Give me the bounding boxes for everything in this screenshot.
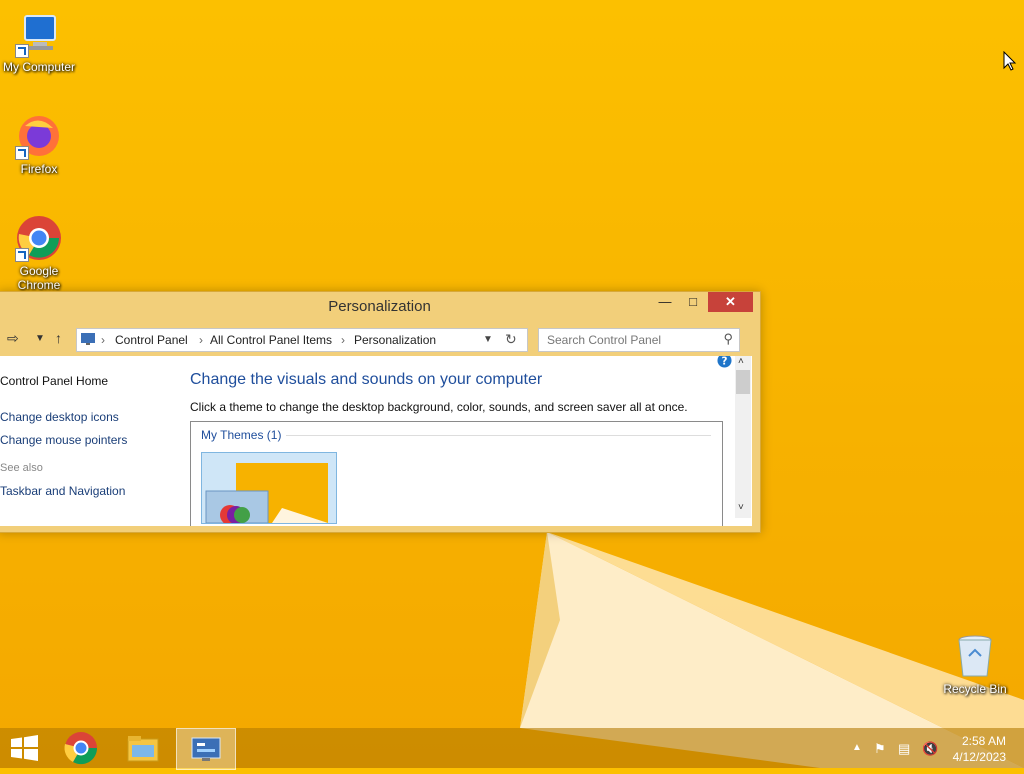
themes-list: My Themes (1) <box>190 421 723 526</box>
clock-time: 2:58 AM <box>961 734 1006 748</box>
link-change-desktop-icons[interactable]: Change desktop icons <box>0 410 119 424</box>
control-panel-icon <box>191 737 221 761</box>
volume-muted-icon[interactable]: 🔇 <box>922 741 938 757</box>
address-dropdown-icon[interactable]: ▼ <box>483 334 493 345</box>
folder-icon <box>127 736 159 762</box>
recycle-bin-icon <box>951 632 999 680</box>
breadcrumb-separator-icon: › <box>199 333 203 347</box>
themes-group-label: My Themes (1) <box>201 428 282 442</box>
minimize-button[interactable]: — <box>652 292 678 312</box>
shortcut-arrow-icon <box>15 44 29 58</box>
chrome-icon <box>64 732 98 765</box>
shortcut-arrow-icon <box>15 248 29 262</box>
title-bar[interactable]: Personalization — □ ✕ <box>0 292 760 320</box>
left-pane: Control Panel Home Change desktop icons … <box>0 356 185 526</box>
address-bar[interactable]: › Control Panel › All Control Panel Item… <box>76 328 528 352</box>
link-change-mouse-pointers[interactable]: Change mouse pointers <box>0 433 127 447</box>
clock-date: 4/12/2023 <box>952 750 1006 764</box>
breadcrumb-separator-icon: › <box>101 333 105 347</box>
up-icon[interactable]: ↑ <box>55 330 62 346</box>
search-placeholder: Search Control Panel <box>547 333 662 347</box>
taskbar-control-panel[interactable] <box>176 728 236 770</box>
network-icon[interactable]: ▤ <box>898 741 910 757</box>
main-pane: Change the visuals and sounds on your co… <box>190 356 730 526</box>
action-center-flag-icon[interactable]: ⚑ <box>874 741 886 757</box>
personalization-window[interactable]: Personalization — □ ✕ ⇨ ▼ ↑ › Control Pa… <box>0 291 761 533</box>
refresh-icon[interactable]: ↻ <box>505 331 517 348</box>
shortcut-arrow-icon <box>15 146 29 160</box>
firefox-icon <box>15 112 63 160</box>
taskbar-file-explorer[interactable] <box>114 728 172 768</box>
group-divider <box>286 435 711 436</box>
desktop-icon-firefox[interactable]: Firefox <box>0 112 78 176</box>
close-button[interactable]: ✕ <box>708 292 753 312</box>
vertical-scrollbar[interactable]: ˄ ˅ <box>735 356 751 518</box>
scroll-down-icon[interactable]: ˅ <box>738 502 744 513</box>
desktop-icon-label: Recycle Bin <box>943 682 1007 696</box>
see-also-label: See also <box>0 462 43 474</box>
scroll-up-icon[interactable]: ˄ <box>738 356 744 367</box>
desktop-icon-label: Firefox <box>20 162 58 176</box>
clock[interactable]: 2:58 AM 4/12/2023 <box>953 733 1006 765</box>
breadcrumb-all-items[interactable]: All Control Panel Items <box>210 333 332 347</box>
link-taskbar-and-navigation[interactable]: Taskbar and Navigation <box>0 484 125 498</box>
navigation-bar: ⇨ ▼ ↑ › Control Panel › All Control Pane… <box>0 324 760 354</box>
theme-thumbnail[interactable] <box>201 452 337 525</box>
computer-icon <box>15 10 63 58</box>
show-hidden-icons-icon[interactable]: ▲ <box>852 742 862 753</box>
forward-icon[interactable]: ⇨ <box>7 330 19 347</box>
recent-dropdown-icon[interactable]: ▼ <box>35 333 45 344</box>
breadcrumb-control-panel[interactable]: Control Panel <box>115 333 188 347</box>
svg-text:?: ? <box>722 356 728 367</box>
search-icon[interactable]: ⚲ <box>723 331 733 347</box>
desktop-icon-label: My Computer <box>2 60 76 74</box>
help-icon[interactable]: ? <box>717 356 732 374</box>
page-description: Click a theme to change the desktop back… <box>190 400 688 414</box>
window-title: Personalization <box>328 298 431 315</box>
chrome-icon <box>15 214 63 262</box>
start-button[interactable] <box>0 728 58 768</box>
mouse-cursor-icon <box>1003 51 1017 71</box>
desktop-icon-recycle-bin[interactable]: Recycle Bin <box>936 632 1014 696</box>
desktop-icon-chrome[interactable]: Google Chrome <box>0 214 78 292</box>
taskbar: ▲ ⚑ ▤ 🔇 2:58 AM 4/12/2023 <box>0 728 1024 770</box>
desktop-icon-my-computer[interactable]: My Computer <box>0 10 78 74</box>
breadcrumb-separator-icon: › <box>341 333 345 347</box>
taskbar-chrome[interactable] <box>52 728 110 768</box>
breadcrumb-personalization[interactable]: Personalization <box>354 333 436 347</box>
maximize-button[interactable]: □ <box>680 292 706 312</box>
scrollbar-thumb[interactable] <box>736 370 750 394</box>
search-input[interactable]: Search Control Panel ⚲ <box>538 328 740 352</box>
control-panel-icon <box>80 332 96 349</box>
page-heading: Change the visuals and sounds on your co… <box>190 371 543 388</box>
window-content: Control Panel Home Change desktop icons … <box>0 356 752 526</box>
desktop-icon-label: Google Chrome <box>17 264 61 292</box>
theme-preview-image <box>205 463 328 525</box>
link-control-panel-home[interactable]: Control Panel Home <box>0 374 108 388</box>
windows-logo-icon <box>11 735 38 761</box>
